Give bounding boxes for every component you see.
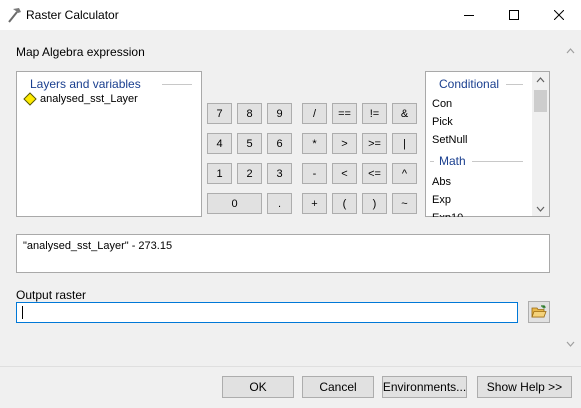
functions-scrollbar[interactable] xyxy=(532,72,549,216)
key-7[interactable]: 7 xyxy=(207,103,232,124)
show-help-button[interactable]: Show Help >> xyxy=(477,376,572,398)
key-3[interactable]: 3 xyxy=(267,163,292,184)
key-5[interactable]: 5 xyxy=(237,133,262,154)
yellow-diamond-icon xyxy=(23,92,37,106)
key-not-equal[interactable]: != xyxy=(362,103,387,124)
key-6[interactable]: 6 xyxy=(267,133,292,154)
expression-text: "analysed_sst_Layer" - 273.15 xyxy=(23,240,173,252)
environments-button[interactable]: Environments... xyxy=(382,376,467,398)
key-xor[interactable]: ^ xyxy=(392,163,417,184)
key-equal[interactable]: == xyxy=(332,103,357,124)
text-caret xyxy=(22,306,23,319)
title-bar: Raster Calculator xyxy=(0,0,581,30)
open-folder-icon xyxy=(531,305,547,318)
key-divide[interactable]: / xyxy=(302,103,327,124)
group-divider xyxy=(430,161,434,162)
function-item[interactable]: Abs xyxy=(432,176,451,188)
close-icon xyxy=(553,10,564,20)
scroll-up-arrow-icon[interactable] xyxy=(566,48,575,54)
group-divider xyxy=(506,84,523,85)
key-greater[interactable]: > xyxy=(332,133,357,154)
maximize-button[interactable] xyxy=(491,0,536,30)
key-4[interactable]: 4 xyxy=(207,133,232,154)
minimize-button[interactable] xyxy=(446,0,491,30)
math-group-title: Math xyxy=(439,154,466,168)
key-decimal[interactable]: . xyxy=(267,193,292,214)
conditional-group-title: Conditional xyxy=(439,77,500,91)
output-raster-input[interactable] xyxy=(16,302,518,323)
key-or[interactable]: | xyxy=(392,133,417,154)
expression-label: Map Algebra expression xyxy=(16,45,145,59)
key-0[interactable]: 0 xyxy=(207,193,262,214)
group-divider xyxy=(472,161,523,162)
function-item[interactable]: Exp xyxy=(432,194,451,206)
layers-group-title: Layers and variables xyxy=(30,77,141,91)
functions-list[interactable]: Conditional Con Pick SetNull Math Abs Ex… xyxy=(425,71,550,217)
maximize-icon xyxy=(508,10,519,20)
browse-button[interactable] xyxy=(528,301,550,323)
key-less[interactable]: < xyxy=(332,163,357,184)
hammer-icon xyxy=(8,8,21,23)
layer-name: analysed_sst_Layer xyxy=(40,93,138,105)
key-close-paren[interactable]: ) xyxy=(362,193,387,214)
scroll-thumb[interactable] xyxy=(534,90,547,112)
layers-list[interactable]: Layers and variables analysed_sst_Layer xyxy=(16,71,202,217)
function-item[interactable]: Exp10 xyxy=(432,212,463,217)
expression-textbox[interactable]: "analysed_sst_Layer" - 273.15 xyxy=(16,234,550,273)
key-multiply[interactable]: * xyxy=(302,133,327,154)
key-plus[interactable]: + xyxy=(302,193,327,214)
key-1[interactable]: 1 xyxy=(207,163,232,184)
scroll-down-icon[interactable] xyxy=(536,206,545,212)
ok-button[interactable]: OK xyxy=(222,376,294,398)
window-title: Raster Calculator xyxy=(26,8,119,22)
cancel-button[interactable]: Cancel xyxy=(302,376,374,398)
key-not[interactable]: ~ xyxy=(392,193,417,214)
key-8[interactable]: 8 xyxy=(237,103,262,124)
minimize-icon xyxy=(463,15,474,16)
scroll-up-icon[interactable] xyxy=(536,77,545,83)
key-9[interactable]: 9 xyxy=(267,103,292,124)
close-button[interactable] xyxy=(536,0,581,30)
key-minus[interactable]: - xyxy=(302,163,327,184)
group-divider xyxy=(162,84,192,85)
key-less-equal[interactable]: <= xyxy=(362,163,387,184)
function-item[interactable]: SetNull xyxy=(432,134,467,146)
key-and[interactable]: & xyxy=(392,103,417,124)
key-2[interactable]: 2 xyxy=(237,163,262,184)
key-greater-equal[interactable]: >= xyxy=(362,133,387,154)
layer-item[interactable]: analysed_sst_Layer xyxy=(23,92,138,106)
function-item[interactable]: Con xyxy=(432,98,452,110)
function-item[interactable]: Pick xyxy=(432,116,453,128)
scroll-down-arrow-icon[interactable] xyxy=(566,341,575,347)
key-open-paren[interactable]: ( xyxy=(332,193,357,214)
output-raster-label: Output raster xyxy=(16,288,87,302)
